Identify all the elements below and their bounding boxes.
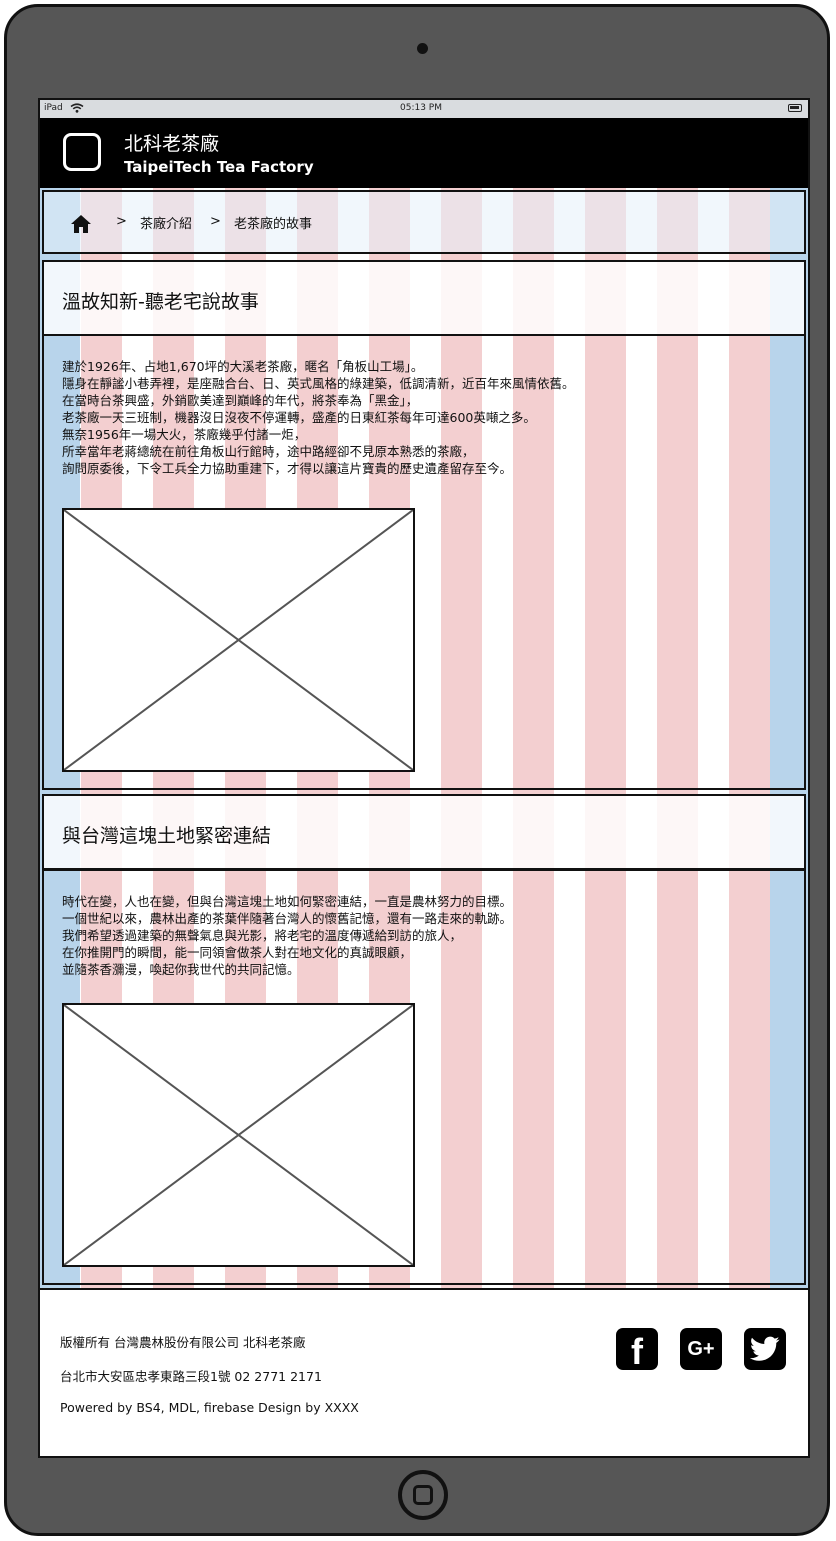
image-placeholder-icon <box>64 510 413 770</box>
paragraph-line: 無奈1956年一場大火，茶廠幾乎付諸一炬， <box>62 427 307 442</box>
app-bar: 北科老茶廠 TaipeiTech Tea Factory <box>40 118 808 188</box>
footer-copyright: 版權所有 台灣農林股份有限公司 北科老茶廠 <box>60 1335 306 1350</box>
twitter-bird-icon <box>750 1336 780 1361</box>
status-time: 05:13 PM <box>400 103 442 113</box>
paragraph-line: 所幸當年老蔣總統在前往角板山行館時，途中路經卻不見原本熟悉的茶廠， <box>62 444 475 459</box>
main-content: > 茶廠介紹 > 老茶廠的故事 溫故知新-聽老宅說故事 建於1926年、占地1,… <box>40 188 808 1288</box>
section-title: 溫故知新-聽老宅說故事 <box>62 291 259 313</box>
footer: 版權所有 台灣農林股份有限公司 北科老茶廠 台北市大安區忠孝東路三段1號 02 … <box>40 1288 808 1456</box>
image-placeholder <box>62 1003 415 1267</box>
google-plus-icon[interactable]: G+ <box>680 1328 722 1370</box>
paragraph-line: 詢問原委後，下令工兵全力協助重建下，才得以讓這片寶貴的歷史遺產留存至今。 <box>62 461 513 476</box>
camera <box>417 43 428 54</box>
section-header: 溫故知新-聽老宅說故事 <box>42 260 806 336</box>
paragraph-line: 在你推開門的瞬間，能一同領會做茶人對在地文化的真誠眼顧， <box>62 945 413 960</box>
paragraph-line: 並隨茶香瀰漫，喚起你我世代的共同記憶。 <box>62 962 300 977</box>
home-button[interactable] <box>398 1470 448 1520</box>
image-placeholder-icon <box>64 1005 413 1265</box>
wifi-icon <box>70 103 84 113</box>
logo-icon[interactable] <box>63 133 101 171</box>
breadcrumb-item-story[interactable]: 老茶廠的故事 <box>234 213 312 232</box>
breadcrumb: > 茶廠介紹 > 老茶廠的故事 <box>42 190 806 254</box>
paragraph-line: 在當時台茶興盛，外銷歐美達到巔峰的年代，將茶奉為「黑金」， <box>62 393 419 408</box>
footer-address: 台北市大安區忠孝東路三段1號 02 2771 2171 <box>60 1369 322 1384</box>
status-bar: iPad 05:13 PM <box>40 100 808 118</box>
section-body: 時代在變，人也在變，但與台灣這塊土地如何緊密連結，一直是農林努力的目標。 一個世… <box>42 869 806 1285</box>
section-header: 與台灣這塊土地緊密連結 <box>42 794 806 870</box>
paragraph-line: 隱身在靜謐小巷弄裡，是座融合台、日、英式風格的綠建築，低調清新，近百年來風情依舊… <box>62 376 575 391</box>
paragraph-line: 時代在變，人也在變，但與台灣這塊土地如何緊密連結，一直是農林努力的目標。 <box>62 894 513 909</box>
app-subtitle: TaipeiTech Tea Factory <box>124 158 314 176</box>
breadcrumb-item-tea-factory-intro[interactable]: 茶廠介紹 <box>140 213 192 232</box>
section-body: 建於1926年、占地1,670坪的大溪老茶廠，暱名「角板山工場」。 隱身在靜謐小… <box>42 334 806 790</box>
image-placeholder <box>62 508 415 772</box>
paragraph-line: 我們希望透過建築的無聲氣息與光影，將老宅的溫度傳遞給到訪的旅人， <box>62 928 463 943</box>
facebook-icon[interactable]: f <box>616 1328 658 1372</box>
section-paragraph: 時代在變，人也在變，但與台灣這塊土地如何緊密連結，一直是農林努力的目標。 一個世… <box>62 893 512 978</box>
home-icon[interactable] <box>70 214 92 234</box>
section-title: 與台灣這塊土地緊密連結 <box>62 825 272 847</box>
ipad-frame: iPad 05:13 PM 北科老茶廠 TaipeiTech Tea Facto… <box>4 4 830 1536</box>
paragraph-line: 老茶廠一天三班制，機器沒日沒夜不停運轉，盛產的日東紅茶每年可達600英噸之多。 <box>62 410 536 425</box>
paragraph-line: 建於1926年、占地1,670坪的大溪老茶廠，暱名「角板山工場」。 <box>62 359 424 374</box>
app-title: 北科老茶廠 <box>124 133 220 155</box>
breadcrumb-separator: > <box>116 214 127 229</box>
twitter-icon[interactable] <box>744 1328 786 1370</box>
paragraph-line: 一個世紀以來，農林出產的茶葉伴隨著台灣人的懷舊記憶，還有一路走來的軌跡。 <box>62 911 513 926</box>
section-paragraph: 建於1926年、占地1,670坪的大溪老茶廠，暱名「角板山工場」。 隱身在靜謐小… <box>62 358 575 477</box>
footer-credits: Powered by BS4, MDL, firebase Design by … <box>60 1400 359 1415</box>
screen: iPad 05:13 PM 北科老茶廠 TaipeiTech Tea Facto… <box>38 98 810 1458</box>
breadcrumb-separator: > <box>210 214 221 229</box>
device-label: iPad <box>44 103 63 113</box>
battery-icon <box>788 104 802 112</box>
